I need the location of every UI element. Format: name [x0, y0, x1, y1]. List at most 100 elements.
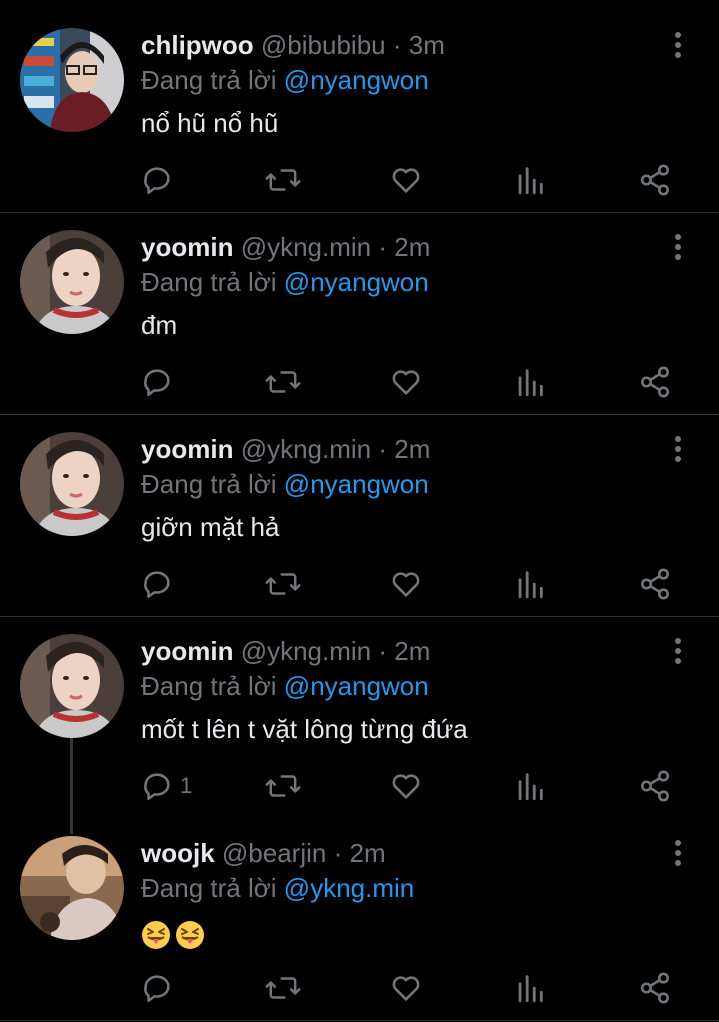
views-icon [518, 167, 543, 195]
display-name[interactable]: yoomin [141, 636, 233, 666]
like-icon [392, 370, 420, 395]
reply-icon [144, 369, 170, 397]
views-button[interactable] [515, 968, 545, 1008]
reply-count: 1 [180, 773, 193, 798]
more-options-icon[interactable] [668, 434, 688, 464]
replying-to-label: Đang trả lời [141, 65, 277, 95]
reply-button[interactable] [140, 968, 180, 1008]
user-handle[interactable]: @bibubibu [261, 30, 386, 60]
views-icon [518, 369, 543, 397]
tweet[interactable]: chlipwoo @bibubibu · 3m Đang trả lời @ny… [0, 0, 719, 212]
display-name[interactable]: chlipwoo [141, 30, 254, 60]
timestamp[interactable]: 2m [394, 434, 430, 464]
tweet[interactable]: yoomin @ykng.min · 2m Đang trả lời @nyan… [0, 415, 719, 615]
reply-button[interactable] [140, 564, 180, 604]
tweet-header: chlipwoo @bibubibu · 3m [141, 29, 445, 61]
retweet-button[interactable] [264, 160, 302, 200]
share-button[interactable] [638, 362, 672, 402]
retweet-button[interactable] [264, 362, 302, 402]
views-button[interactable] [515, 362, 545, 402]
more-options-icon[interactable] [668, 30, 688, 60]
retweet-button[interactable] [264, 766, 302, 806]
user-handle[interactable]: @ykng.min [241, 636, 371, 666]
more-options-icon[interactable] [668, 232, 688, 262]
replying-to-label: Đang trả lời [141, 873, 277, 903]
replying-to-mention[interactable]: @nyangwon [284, 671, 429, 701]
tweet[interactable]: yoomin @ykng.min · 2m Đang trả lời @nyan… [0, 617, 719, 817]
timestamp[interactable]: 2m [394, 636, 430, 666]
replying-to-mention[interactable]: @nyangwon [284, 65, 429, 95]
retweet-button[interactable] [264, 968, 302, 1008]
display-name[interactable]: woojk [141, 838, 215, 868]
reply-icon [144, 167, 170, 195]
user-handle[interactable]: @ykng.min [241, 232, 371, 262]
share-button[interactable] [638, 564, 672, 604]
replying-to-mention[interactable]: @nyangwon [284, 267, 429, 297]
tweet-header: yoomin @ykng.min · 2m [141, 231, 430, 263]
avatar[interactable] [20, 634, 124, 738]
tweet-actions [0, 564, 719, 604]
share-button[interactable] [638, 968, 672, 1008]
avatar[interactable] [20, 432, 124, 536]
more-options-icon[interactable] [668, 838, 688, 868]
separator-dot: · [333, 838, 343, 868]
like-button[interactable] [389, 564, 423, 604]
replying-to-label: Đang trả lời [141, 469, 277, 499]
avatar[interactable] [20, 28, 124, 132]
tweet-actions [0, 362, 719, 402]
retweet-icon [265, 573, 301, 595]
timestamp[interactable]: 3m [409, 30, 445, 60]
replying-to-mention[interactable]: @ykng.min [284, 873, 414, 903]
replying-to-mention[interactable]: @nyangwon [284, 469, 429, 499]
retweet-icon [265, 977, 301, 999]
replying-to-label: Đang trả lời [141, 267, 277, 297]
replying-to: Đang trả lời @nyangwon [141, 266, 429, 298]
replying-to: Đang trả lời @nyangwon [141, 64, 429, 96]
retweet-icon [265, 169, 301, 191]
like-icon [392, 168, 420, 193]
separator-dot: · [378, 232, 388, 262]
replying-to-label: Đang trả lời [141, 671, 277, 701]
user-handle[interactable]: @bearjin [222, 838, 326, 868]
like-button[interactable] [389, 160, 423, 200]
tweet[interactable]: yoomin @ykng.min · 2m Đang trả lời @nyan… [0, 213, 719, 413]
replying-to: Đang trả lời @nyangwon [141, 670, 429, 702]
like-button[interactable] [389, 362, 423, 402]
reply-icon [144, 571, 170, 599]
reply-button[interactable] [140, 160, 180, 200]
like-button[interactable] [389, 968, 423, 1008]
share-button[interactable] [638, 766, 672, 806]
display-name[interactable]: yoomin [141, 232, 233, 262]
reply-button[interactable] [140, 362, 180, 402]
tweet-header: yoomin @ykng.min · 2m [141, 433, 430, 465]
share-button[interactable] [638, 160, 672, 200]
separator-dot: · [378, 434, 388, 464]
tweet-actions [0, 160, 719, 200]
user-handle[interactable]: @ykng.min [241, 434, 371, 464]
retweet-button[interactable] [264, 564, 302, 604]
share-icon [640, 972, 670, 1004]
views-button[interactable] [515, 160, 545, 200]
like-button[interactable] [389, 766, 423, 806]
views-button[interactable] [515, 564, 545, 604]
views-icon [518, 773, 543, 801]
reply-button[interactable]: 1 [140, 766, 192, 806]
timestamp[interactable]: 2m [394, 232, 430, 262]
separator-dot: · [378, 636, 388, 666]
views-button[interactable] [515, 766, 545, 806]
more-options-icon[interactable] [668, 636, 688, 666]
tweet[interactable]: woojk @bearjin · 2m Đang trả lời @ykng.m… [0, 819, 719, 1019]
share-icon [640, 164, 670, 196]
views-icon [518, 975, 543, 1003]
tweet-text [141, 916, 209, 950]
share-icon [640, 770, 670, 802]
squinting-face-with-tongue-emoji [175, 920, 205, 950]
share-icon [640, 366, 670, 398]
tweet-text: mốt t lên t vặt lông từng đứa [141, 714, 468, 744]
tweet-header: yoomin @ykng.min · 2m [141, 635, 430, 667]
like-icon [392, 572, 420, 597]
display-name[interactable]: yoomin [141, 434, 233, 464]
timestamp[interactable]: 2m [350, 838, 386, 868]
avatar[interactable] [20, 230, 124, 334]
avatar[interactable] [20, 836, 124, 940]
